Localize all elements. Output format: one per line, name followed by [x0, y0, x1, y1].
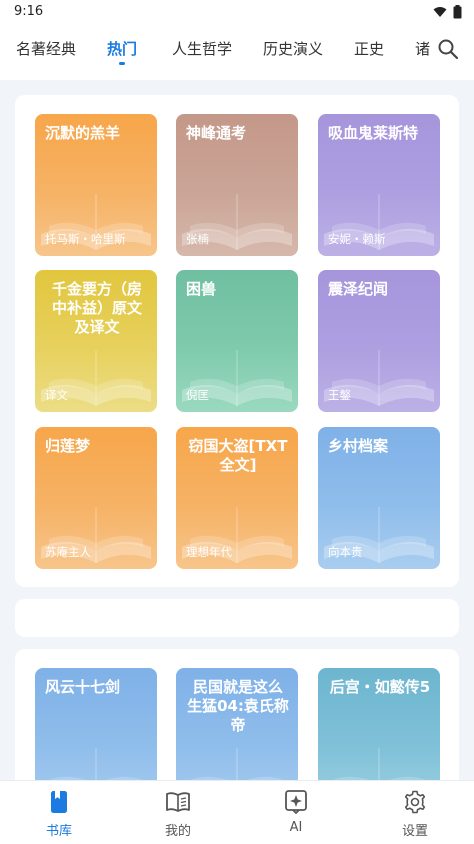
book-title: 窃国大盗[TXT全文]	[188, 437, 288, 474]
gear-icon	[404, 790, 426, 814]
book-card[interactable]: 后宫・如懿传5	[318, 668, 440, 789]
book-title: 乡村档案	[328, 437, 389, 455]
more-books-panel: 风云十七剑 民国就是这么生猛04:袁氏称帝 后宫・如懿传5	[15, 649, 459, 789]
status-icons	[433, 5, 462, 19]
book-card[interactable]: 震泽纪闻 王鏊	[318, 270, 440, 412]
book-title: 沉默的羔羊	[45, 124, 121, 142]
book-icon	[51, 791, 67, 813]
book-title: 风云十七剑	[45, 678, 121, 696]
open-book-watermark-icon	[41, 507, 151, 563]
tab-popular[interactable]: 热门	[107, 38, 137, 65]
empty-section-panel	[15, 599, 459, 637]
book-title: 神峰通考	[186, 124, 247, 142]
tab-official-history[interactable]: 正史	[354, 38, 384, 59]
status-bar: 9:16	[0, 0, 474, 24]
open-book-watermark-icon	[324, 350, 434, 406]
open-book-watermark-icon	[182, 507, 292, 563]
book-card[interactable]: 民国就是这么生猛04:袁氏称帝	[176, 668, 298, 789]
open-book-watermark-icon	[324, 507, 434, 563]
book-card[interactable]: 神峰通考 张楠	[176, 114, 298, 256]
search-icon[interactable]	[436, 37, 460, 61]
tab-classics[interactable]: 名著经典	[16, 38, 76, 59]
open-book-watermark-icon	[41, 350, 151, 406]
tab-historical-fiction[interactable]: 历史演义	[263, 38, 323, 59]
book-card[interactable]: 千金要方（房中补益）原文及译文 译文	[35, 270, 157, 412]
tab-more[interactable]: 诸	[415, 38, 430, 59]
book-card[interactable]: 归莲梦 苏庵主人	[35, 427, 157, 569]
battery-icon	[453, 5, 462, 19]
nav-mine[interactable]: 我的	[138, 789, 218, 839]
book-card[interactable]: 吸血鬼莱斯特 安妮・赖斯	[318, 114, 440, 256]
tab-philosophy[interactable]: 人生哲学	[172, 38, 232, 59]
book-card[interactable]: 窃国大盗[TXT全文] 理想年代	[176, 427, 298, 569]
book-title: 困兽	[186, 280, 217, 298]
open-book-watermark-icon	[324, 194, 434, 250]
book-card[interactable]: 乡村档案 向本贵	[318, 427, 440, 569]
category-tabs: 名著经典 热门 人生哲学 历史演义 正史 诸	[0, 24, 430, 80]
nav-settings[interactable]: 设置	[375, 789, 455, 839]
popular-books-panel: 沉默的羔羊 托马斯・哈里斯 神峰通考 张楠 吸血鬼莱斯特 安妮・赖斯 千金要方（…	[15, 95, 459, 587]
book-title: 震泽纪闻	[328, 280, 389, 298]
ai-sparkle-icon	[285, 790, 307, 814]
nav-ai[interactable]: AI	[256, 789, 336, 835]
book-card[interactable]: 沉默的羔羊 托马斯・哈里斯	[35, 114, 157, 256]
book-card[interactable]: 困兽 倪匡	[176, 270, 298, 412]
book-title: 归莲梦	[45, 437, 91, 455]
open-book-icon	[166, 792, 190, 812]
book-title: 后宫・如懿传5	[329, 678, 431, 696]
active-tab-indicator	[119, 62, 125, 65]
open-book-watermark-icon	[182, 350, 292, 406]
book-title: 民国就是这么生猛04:袁氏称帝	[187, 678, 289, 734]
status-time: 9:16	[14, 4, 44, 19]
open-book-watermark-icon	[41, 194, 151, 250]
nav-library[interactable]: 书库	[19, 789, 99, 839]
book-title: 千金要方（房中补益）原文及译文	[51, 280, 142, 336]
wifi-icon	[433, 7, 447, 17]
open-book-watermark-icon	[182, 194, 292, 250]
top-category-nav: 名著经典 热门 人生哲学 历史演义 正史 诸	[0, 24, 474, 80]
bottom-nav: 书库 我的 AI 设置	[0, 780, 474, 844]
book-title: 吸血鬼莱斯特	[328, 124, 419, 142]
book-card[interactable]: 风云十七剑	[35, 668, 157, 789]
